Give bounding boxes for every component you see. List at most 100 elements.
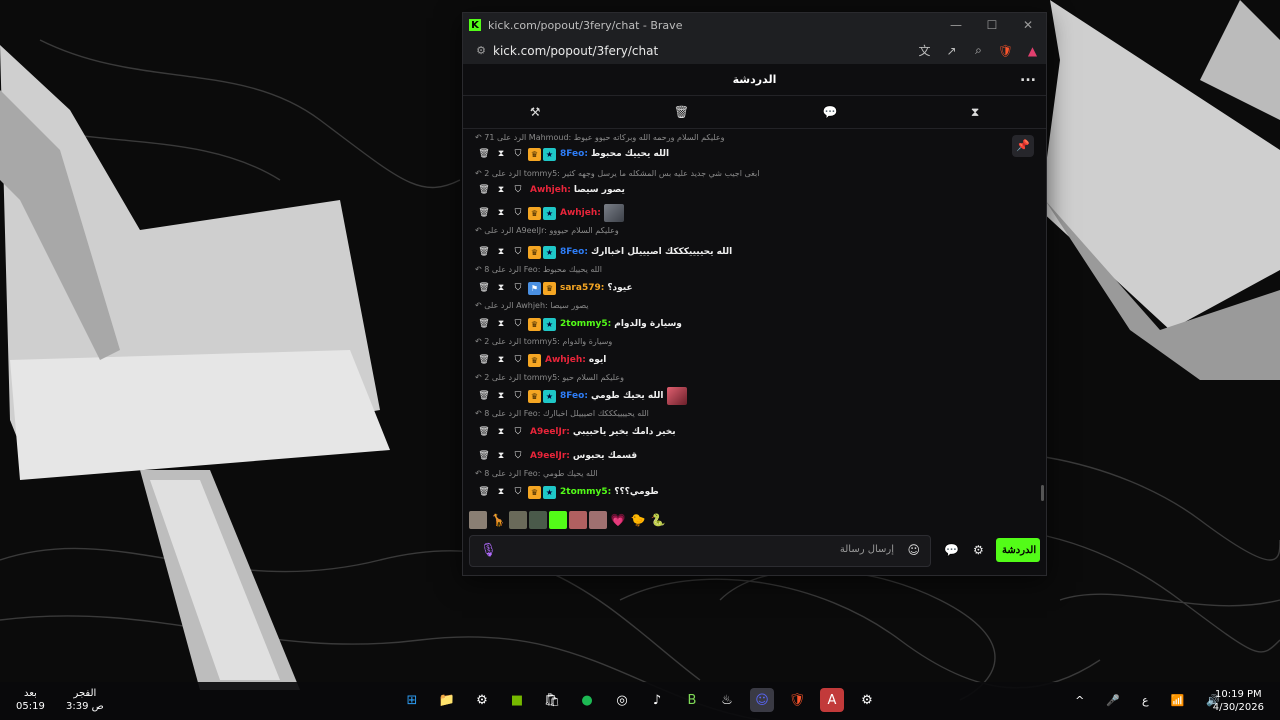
microphone-icon[interactable]: 🎙 <box>480 543 497 558</box>
delete-icon[interactable]: 🗑 <box>477 427 491 437</box>
ban-icon[interactable]: ⛉ <box>511 283 525 293</box>
brave-shields-icon[interactable]: 🛡 <box>992 44 1019 58</box>
close-button[interactable]: ✕ <box>1010 18 1046 32</box>
site-settings-icon[interactable]: ⚙ <box>469 44 493 57</box>
delete-icon[interactable]: 🗑 <box>477 283 491 293</box>
microphone-tray-icon[interactable]: 🎤 <box>1106 694 1120 707</box>
heart-emote-icon[interactable]: 💗 <box>609 511 627 529</box>
delete-icon[interactable]: 🗑 <box>477 391 491 401</box>
reply-preview[interactable]: ↶ 2 الرد على tommy5: وسيارة والدوام <box>475 336 612 348</box>
emoji-icon[interactable]: ☺ <box>907 543 920 557</box>
reply-preview[interactable]: ↶ الرد على A9eelJr: وعليكم السلام حيووو <box>475 225 619 237</box>
store-icon[interactable]: 🛍 <box>540 688 564 712</box>
chevron-up-icon[interactable]: ^ <box>1075 694 1084 707</box>
ban-icon[interactable]: ⛉ <box>511 185 525 195</box>
message-input[interactable]: إرسال رسالة <box>840 544 894 555</box>
timeout-icon[interactable]: ⧗ <box>494 208 508 218</box>
emote-icon[interactable]: 🦒 <box>489 511 507 529</box>
ban-icon[interactable]: ⛉ <box>511 355 525 365</box>
chat-bubble-icon[interactable]: 💬 <box>944 543 959 557</box>
trash-icon[interactable]: 🗑 <box>674 105 689 119</box>
reply-preview[interactable]: ↶ 8 الرد على Feo: الله يحيك طومي <box>475 468 598 480</box>
username[interactable]: 8Feo: <box>560 247 588 257</box>
timeout-icon[interactable]: ⧗ <box>494 355 508 365</box>
send-chat-button[interactable]: الدردشة <box>996 538 1040 562</box>
username[interactable]: 2tommy5: <box>560 487 611 497</box>
timeout-icon[interactable]: ⧗ <box>494 319 508 329</box>
ban-icon[interactable]: ⛉ <box>511 208 525 218</box>
ban-icon[interactable]: ⛉ <box>511 391 525 401</box>
chat-bubble-icon[interactable]: 💬 <box>822 105 837 119</box>
username[interactable]: 8Feo: <box>560 391 588 401</box>
open-external-icon[interactable]: ↗ <box>938 44 965 58</box>
reply-preview[interactable]: ↶ 2 الرد على tommy5: وعليكم السلام حيو <box>475 372 624 384</box>
language-indicator[interactable]: ع <box>1142 694 1149 707</box>
username[interactable]: 2tommy5: <box>560 319 611 329</box>
tiktok-icon[interactable]: ♪ <box>645 688 669 712</box>
prayer-times-widget[interactable]: بعد 05:19 الفجر 3:39 ص <box>16 687 122 713</box>
nvidia-icon[interactable]: ■ <box>505 688 529 712</box>
emote-icon[interactable] <box>549 511 567 529</box>
zoom-icon[interactable]: ⌕ <box>965 43 992 58</box>
username[interactable]: Awhjeh: <box>530 185 571 195</box>
reply-preview[interactable]: ↶ 71 الرد على Mahmoud: وعليكم السلام ورح… <box>475 132 725 144</box>
pin-icon[interactable]: 📌 <box>1012 135 1034 157</box>
brave-rewards-icon[interactable]: ▲ <box>1019 44 1046 58</box>
clock[interactable]: 10:19 PM 4/30/2026 <box>1213 688 1264 714</box>
delete-icon[interactable]: 🗑 <box>477 319 491 329</box>
emote-icon[interactable] <box>529 511 547 529</box>
message-composer[interactable]: 🎙 إرسال رسالة ☺ <box>469 535 931 567</box>
hourglass-icon[interactable]: ⧗ <box>971 105 979 120</box>
timeout-icon[interactable]: ⧗ <box>494 487 508 497</box>
delete-icon[interactable]: 🗑 <box>477 451 491 461</box>
delete-icon[interactable]: 🗑 <box>477 355 491 365</box>
ban-icon[interactable]: ⛉ <box>511 451 525 461</box>
username[interactable]: A9eelJr: <box>530 451 570 461</box>
ban-icon[interactable]: ⛉ <box>511 247 525 257</box>
timeout-icon[interactable]: ⧗ <box>494 451 508 461</box>
delete-icon[interactable]: 🗑 <box>477 149 491 159</box>
delete-icon[interactable]: 🗑 <box>477 208 491 218</box>
file-explorer-icon[interactable]: 📁 <box>435 688 459 712</box>
ban-icon[interactable]: ⛉ <box>511 487 525 497</box>
ban-icon[interactable]: ⛉ <box>511 427 525 437</box>
timeout-icon[interactable]: ⧗ <box>494 185 508 195</box>
reply-preview[interactable]: ↶ 8 الرد على Feo: الله يحييييكككك اصيييل… <box>475 408 649 420</box>
username[interactable]: A9eelJr: <box>530 427 570 437</box>
ban-icon[interactable]: ⛉ <box>511 149 525 159</box>
app-a-icon[interactable]: A <box>820 688 844 712</box>
emote-icon[interactable] <box>509 511 527 529</box>
discord-icon[interactable]: ☺ <box>750 688 774 712</box>
translate-icon[interactable]: 文 <box>911 42 938 59</box>
username[interactable]: 8Feo: <box>560 149 588 159</box>
timeout-icon[interactable]: ⧗ <box>494 283 508 293</box>
delete-icon[interactable]: 🗑 <box>477 247 491 257</box>
username[interactable]: Awhjeh: <box>560 208 601 218</box>
gear-icon[interactable]: ⚙ <box>973 543 984 557</box>
emote-icon[interactable] <box>569 511 587 529</box>
b-app-icon[interactable]: B <box>680 688 704 712</box>
username[interactable]: Awhjeh: <box>545 355 586 365</box>
reply-preview[interactable]: ↶ 2 الرد على tommy5: ابغى اجيب شي جديد ع… <box>475 168 759 180</box>
steam-icon[interactable]: ♨ <box>715 688 739 712</box>
reply-preview[interactable]: ↶ 8 الرد على Feo: الله يحييك محبوط <box>475 264 602 276</box>
reply-preview[interactable]: ↶ الرد على Awhjeh: يصور سيصا <box>475 300 589 312</box>
ban-icon[interactable]: ⛉ <box>511 319 525 329</box>
minimize-button[interactable]: — <box>938 18 974 32</box>
more-options-icon[interactable]: ... <box>1020 69 1036 85</box>
emote-icon[interactable] <box>469 511 487 529</box>
timeout-icon[interactable]: ⧗ <box>494 391 508 401</box>
snake-emote-icon[interactable]: 🐍 <box>649 511 667 529</box>
bird-emote-icon[interactable]: 🐤 <box>629 511 647 529</box>
delete-icon[interactable]: 🗑 <box>477 185 491 195</box>
delete-icon[interactable]: 🗑 <box>477 487 491 497</box>
gear-app-icon[interactable]: ⚙ <box>855 688 879 712</box>
maximize-button[interactable]: ☐ <box>974 18 1010 32</box>
username[interactable]: sara579: <box>560 283 604 293</box>
timeout-icon[interactable]: ⧗ <box>494 149 508 159</box>
emote-icon[interactable] <box>589 511 607 529</box>
timeout-icon[interactable]: ⧗ <box>494 427 508 437</box>
chrome-icon[interactable]: ◎ <box>610 688 634 712</box>
scrollbar[interactable] <box>1041 485 1044 501</box>
url-field[interactable]: kick.com/popout/3fery/chat <box>493 44 911 58</box>
